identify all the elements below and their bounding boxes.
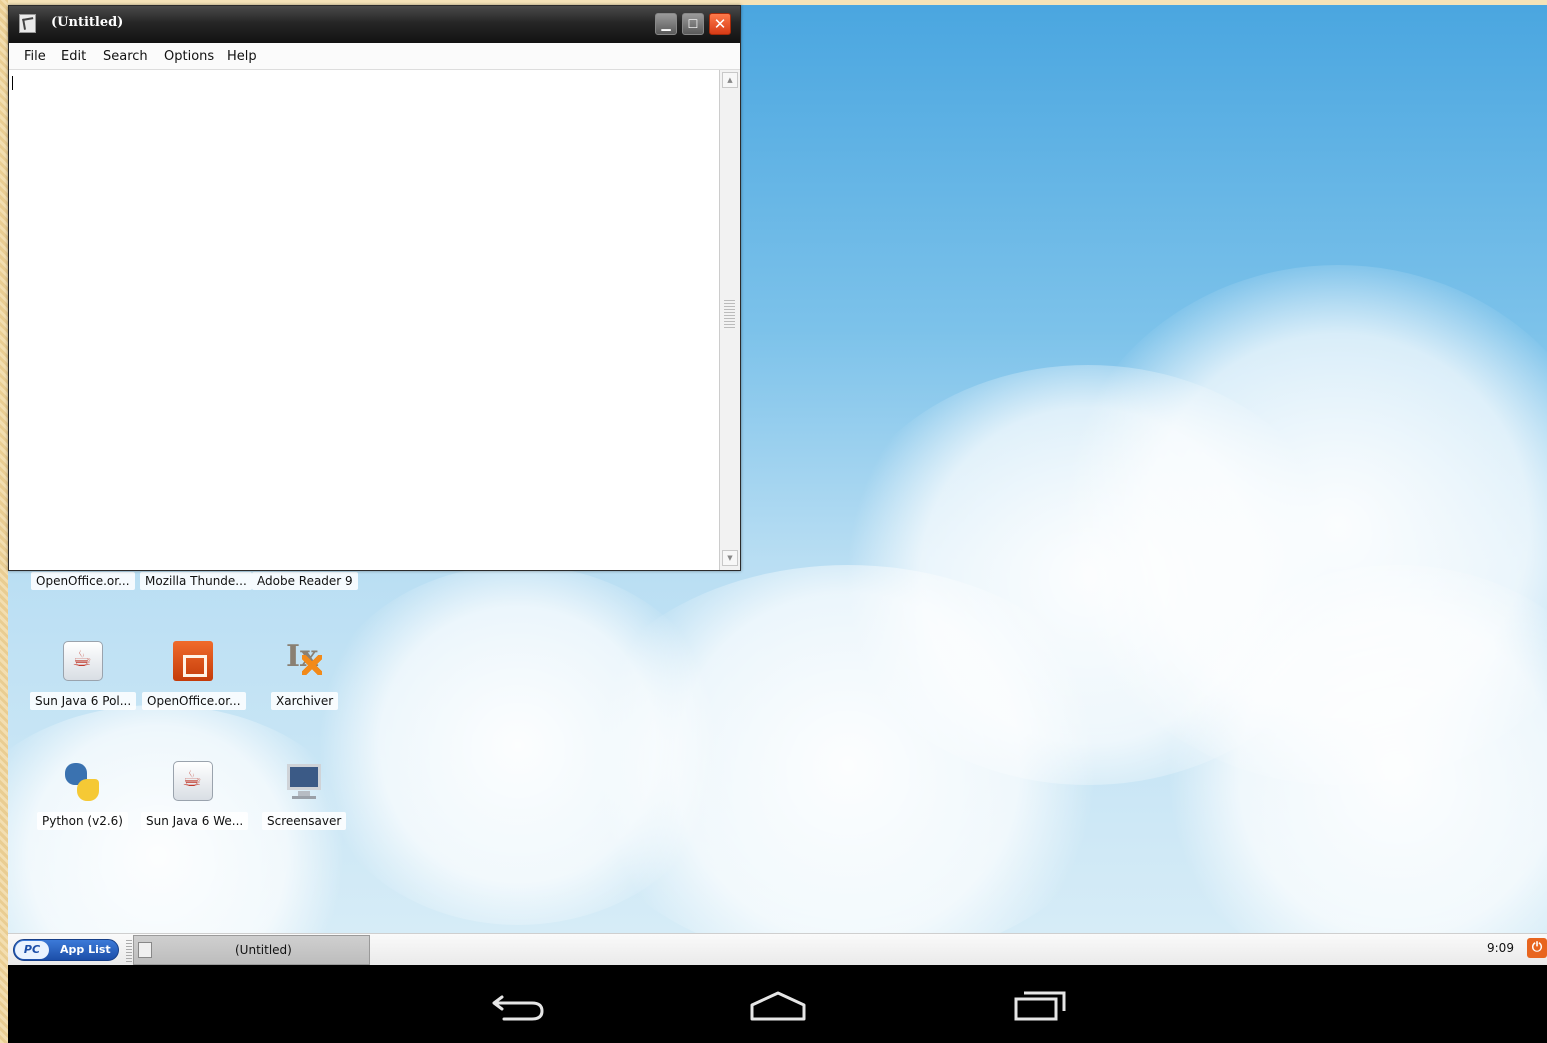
cloud-shape [308,565,728,925]
monitor-base [292,796,316,799]
python-icon[interactable] [61,761,101,801]
monitor-shape [287,764,321,790]
desktop-icon-label[interactable]: OpenOffice.or... [142,692,246,710]
menu-options[interactable]: Options [164,49,214,64]
clock: 9:09 [1487,941,1514,955]
app-icon [138,942,152,958]
xarchiver-icon[interactable] [284,639,324,679]
minimize-button[interactable]: ▁ [655,13,677,35]
app-list-label: App List [60,943,111,956]
desktop-icon-label[interactable]: OpenOffice.or... [31,572,135,590]
pc-logo-icon: PC [15,941,49,959]
app-icon [19,14,36,33]
app-list-button[interactable]: PC App List [13,939,119,961]
home-icon[interactable] [748,985,808,1025]
scroll-up-icon[interactable]: ▲ [722,72,738,88]
desktop-icon-label[interactable]: Screensaver [262,812,347,830]
desktop-icon-label[interactable]: Mozilla Thunde... [140,572,252,590]
menu-file[interactable]: File [24,49,46,64]
desktop-icon-label[interactable]: Sun Java 6 We... [141,812,249,830]
taskbar-item-untitled[interactable]: (Untitled) [133,935,370,965]
power-icon[interactable]: ⏻ [1527,938,1547,958]
python-icon-part [77,779,99,801]
desktop-icon-label[interactable]: Xarchiver [271,692,339,710]
android-nav-bar [8,965,1547,1043]
scroll-down-icon[interactable]: ▼ [722,550,738,566]
java-icon[interactable] [63,641,103,681]
back-icon[interactable] [488,985,548,1025]
maximize-button[interactable]: ☐ [682,13,704,35]
scroll-grip[interactable] [724,300,735,328]
java-icon[interactable] [173,761,213,801]
close-button[interactable]: ✕ [709,13,731,35]
desktop-icon-label[interactable]: Python (v2.6) [37,812,128,830]
vertical-scrollbar[interactable]: ▲ ▼ [719,70,740,570]
menu-bar: File Edit Search Options Help [9,43,740,70]
window-title: (Untitled) [51,15,124,30]
taskbar-separator [126,938,132,962]
text-editor-window[interactable]: (Untitled) ▁ ☐ ✕ File Edit Search Option… [8,5,741,571]
desktop-icon-label[interactable]: Adobe Reader 9 [252,572,358,590]
taskbar: PC App List (Untitled) 9:09 ⏻ [8,933,1547,965]
left-border-strip [0,0,8,1043]
text-caret [12,76,13,90]
openoffice-icon[interactable] [173,641,213,681]
recent-apps-icon[interactable] [1010,985,1070,1025]
menu-search[interactable]: Search [103,49,148,64]
menu-help[interactable]: Help [227,49,257,64]
screensaver-icon[interactable] [284,761,324,801]
text-area[interactable] [9,70,719,570]
window-titlebar[interactable]: (Untitled) ▁ ☐ ✕ [9,6,740,43]
taskbar-item-label: (Untitled) [235,943,292,957]
menu-edit[interactable]: Edit [61,49,86,64]
desktop-icon-label[interactable]: Sun Java 6 Pol... [30,692,137,710]
